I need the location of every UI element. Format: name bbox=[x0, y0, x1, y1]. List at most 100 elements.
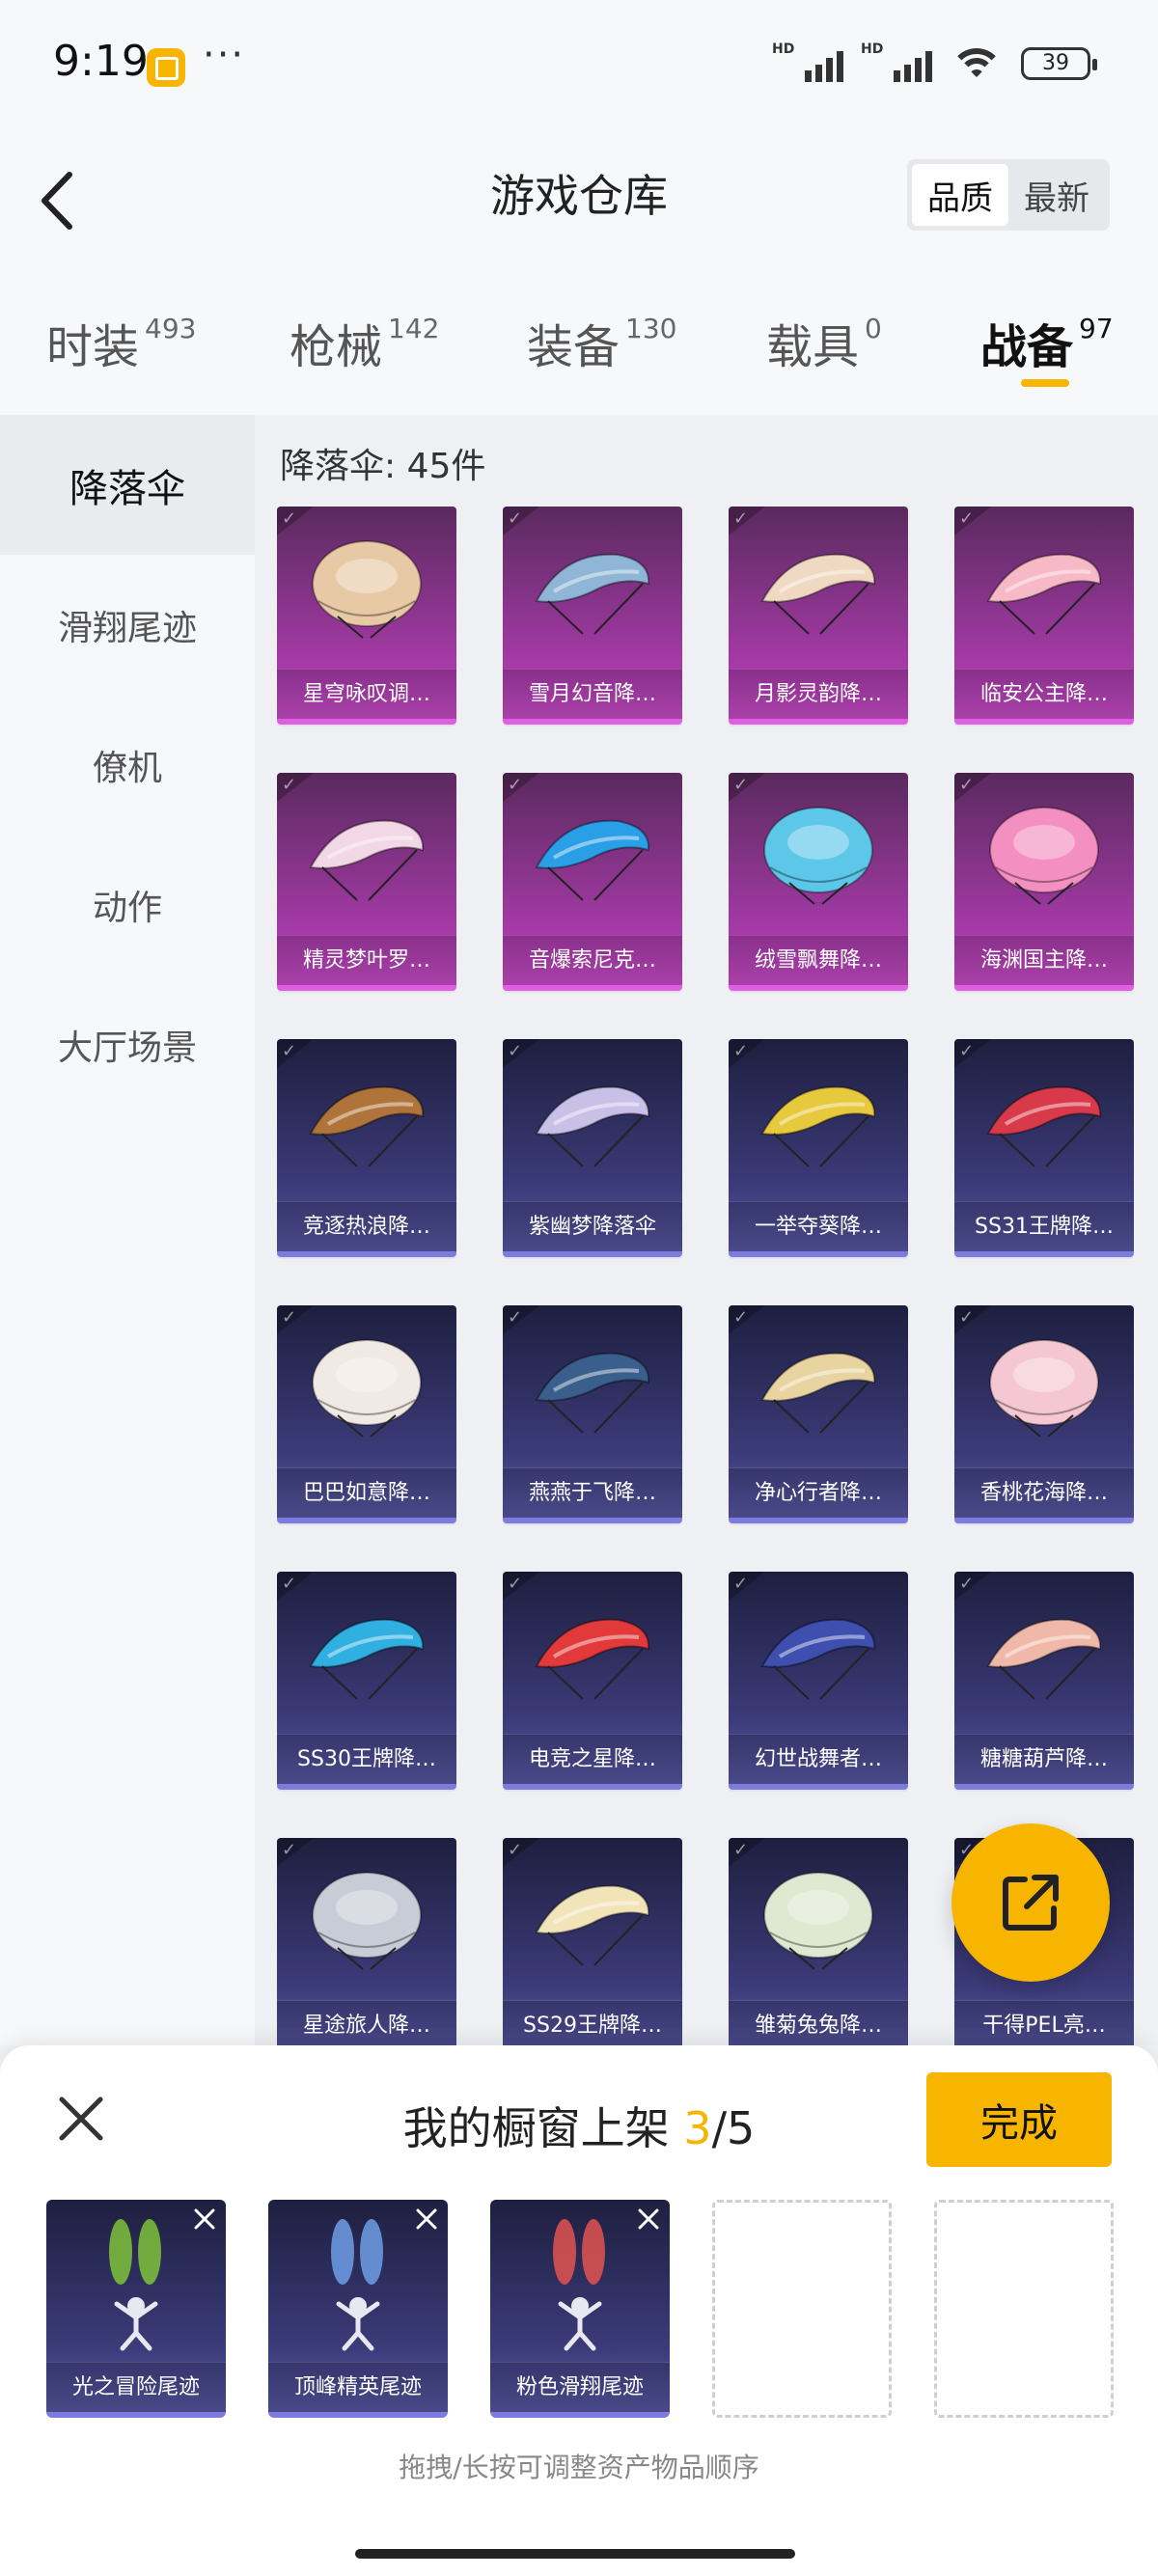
showcase-sheet: 我的橱窗上架 3/5 完成 光之冒险尾迹 顶峰精英尾迹 粉色滑翔尾迹 拖拽/长按可调… bbox=[0, 2045, 1158, 2576]
item-card[interactable]: ✓ 音爆索尼克… bbox=[503, 773, 682, 991]
item-card[interactable]: ✓ 临安公主降… bbox=[954, 507, 1134, 725]
sidebar-item-parachute[interactable]: 降落伞 bbox=[0, 415, 255, 555]
item-card[interactable]: ✓ 绒雪飘舞降… bbox=[729, 773, 908, 991]
tab-fashion[interactable]: 时装 493 bbox=[46, 309, 196, 376]
item-name: 净心行者降… bbox=[729, 1467, 908, 1518]
sidebar: 降落伞 滑翔尾迹 僚机 动作 大厅场景 bbox=[0, 415, 255, 2045]
item-card[interactable]: ✓ 燕燕于飞降… bbox=[503, 1305, 682, 1523]
item-card[interactable]: ✓ 竞逐热浪降… bbox=[277, 1039, 456, 1257]
showcase-slot[interactable]: 粉色滑翔尾迹 bbox=[490, 2200, 670, 2418]
item-card[interactable]: ✓ 月影灵韵降… bbox=[729, 507, 908, 725]
checkmark-icon: ✓ bbox=[508, 1307, 523, 1328]
checkmark-icon: ✓ bbox=[959, 775, 975, 795]
parachute-icon bbox=[535, 1085, 650, 1167]
item-card[interactable]: ✓ SS29王牌降… bbox=[503, 1838, 682, 2045]
empty-showcase-slot[interactable] bbox=[934, 2200, 1114, 2418]
slot-item-name: 顶峰精英尾迹 bbox=[268, 2362, 448, 2412]
item-card[interactable]: ✓ SS31王牌降… bbox=[954, 1039, 1134, 1257]
trail-icon bbox=[553, 2219, 605, 2351]
tab-supplies[interactable]: 战备 97 bbox=[980, 309, 1114, 376]
parachute-icon bbox=[535, 1884, 650, 1966]
checkmark-icon: ✓ bbox=[733, 1840, 749, 1860]
item-name: 星穹咏叹调… bbox=[277, 669, 456, 719]
parachute-icon bbox=[312, 1339, 422, 1438]
item-grid: ✓ 星穹咏叹调… ✓ 雪月幻音降… ✓ 月影灵韵降… ✓ 临安公主降… ✓ 精灵梦叶罗… ✓ 音爆索尼… bbox=[277, 507, 1134, 2045]
item-name: 竞逐热浪降… bbox=[277, 1201, 456, 1251]
item-name: 电竞之星降… bbox=[503, 1734, 682, 1784]
showcase-slot[interactable]: 顶峰精英尾迹 bbox=[268, 2200, 448, 2418]
sort-latest-button[interactable]: 最新 bbox=[1008, 164, 1105, 226]
sidebar-item-emote[interactable]: 动作 bbox=[0, 835, 255, 974]
done-button[interactable]: 完成 bbox=[926, 2072, 1112, 2167]
sort-toggle: 品质 最新 bbox=[907, 159, 1110, 231]
cell-signal-1-icon: HD bbox=[772, 41, 843, 82]
slot-item-name: 粉色滑翔尾迹 bbox=[490, 2362, 670, 2412]
checkmark-icon: ✓ bbox=[508, 775, 523, 795]
sidebar-item-lobby-scene[interactable]: 大厅场景 bbox=[0, 974, 255, 1114]
tab-equipment[interactable]: 装备 130 bbox=[527, 309, 676, 376]
parachute-icon bbox=[760, 1352, 876, 1434]
checkmark-icon: ✓ bbox=[508, 508, 523, 529]
item-card[interactable]: ✓ 糖糖葫芦降… bbox=[954, 1572, 1134, 1790]
sidebar-item-glide-trail[interactable]: 滑翔尾迹 bbox=[0, 555, 255, 695]
remove-icon[interactable] bbox=[413, 2206, 440, 2233]
remove-icon[interactable] bbox=[635, 2206, 662, 2233]
item-name: 一举夺葵降… bbox=[729, 1201, 908, 1251]
reorder-hint: 拖拽/长按可调整资产物品顺序 bbox=[399, 2452, 759, 2483]
item-panel: 降落伞: 45件 ✓ 星穹咏叹调… ✓ 雪月幻音降… ✓ 月影灵韵降… ✓ 临安公主降… ✓ 精灵… bbox=[255, 415, 1158, 2045]
sort-quality-button[interactable]: 品质 bbox=[912, 164, 1008, 226]
checkmark-icon: ✓ bbox=[282, 775, 297, 795]
checkmark-icon: ✓ bbox=[282, 1574, 297, 1594]
item-card[interactable]: ✓ 电竞之星降… bbox=[503, 1572, 682, 1790]
showcase-slots: 光之冒险尾迹 顶峰精英尾迹 粉色滑翔尾迹 bbox=[46, 2200, 1114, 2418]
checkmark-icon: ✓ bbox=[282, 1307, 297, 1328]
trail-icon bbox=[109, 2219, 161, 2351]
notes-app-icon bbox=[147, 48, 185, 87]
parachute-icon bbox=[763, 807, 873, 905]
checkmark-icon: ✓ bbox=[508, 1574, 523, 1594]
parachute-icon bbox=[989, 807, 1099, 905]
item-name: 绒雪飘舞降… bbox=[729, 935, 908, 985]
item-card[interactable]: ✓ 紫幽梦降落伞 bbox=[503, 1039, 682, 1257]
item-card[interactable]: ✓ 香桃花海降… bbox=[954, 1305, 1134, 1523]
item-card[interactable]: ✓ 星途旅人降… bbox=[277, 1838, 456, 2045]
parachute-icon bbox=[535, 1618, 650, 1700]
header: 游戏仓库 品质 最新 bbox=[0, 140, 1158, 285]
item-card[interactable]: ✓ SS30王牌降… bbox=[277, 1572, 456, 1790]
sidebar-item-wingman[interactable]: 僚机 bbox=[0, 695, 255, 835]
trail-icon bbox=[331, 2219, 383, 2351]
slot-item-name: 光之冒险尾迹 bbox=[46, 2362, 226, 2412]
item-name: 干得PEL亮… bbox=[954, 2000, 1134, 2045]
item-count-label: 降落伞: 45件 bbox=[280, 447, 486, 486]
status-bar: 9:19 ··· HD HD 39 bbox=[0, 0, 1158, 140]
tab-guns[interactable]: 枪械 142 bbox=[290, 309, 439, 376]
checkmark-icon: ✓ bbox=[959, 508, 975, 529]
item-name: 糖糖葫芦降… bbox=[954, 1734, 1134, 1784]
remove-icon[interactable] bbox=[191, 2206, 218, 2233]
item-card[interactable]: ✓ 净心行者降… bbox=[729, 1305, 908, 1523]
item-card[interactable]: ✓ 一举夺葵降… bbox=[729, 1039, 908, 1257]
item-card[interactable]: ✓ 海渊国主降… bbox=[954, 773, 1134, 991]
checkmark-icon: ✓ bbox=[959, 1307, 975, 1328]
parachute-icon bbox=[986, 553, 1102, 635]
more-notifications-icon: ··· bbox=[203, 33, 246, 77]
checkmark-icon: ✓ bbox=[733, 508, 749, 529]
item-card[interactable]: ✓ 精灵梦叶罗… bbox=[277, 773, 456, 991]
share-external-icon bbox=[1003, 1875, 1059, 1931]
item-name: 紫幽梦降落伞 bbox=[503, 1201, 682, 1251]
parachute-icon bbox=[763, 1872, 873, 1970]
showcase-slot[interactable]: 光之冒险尾迹 bbox=[46, 2200, 226, 2418]
share-button[interactable] bbox=[951, 1823, 1110, 1982]
cell-signal-2-icon: HD bbox=[861, 41, 932, 82]
item-card[interactable]: ✓ 巴巴如意降… bbox=[277, 1305, 456, 1523]
home-indicator[interactable] bbox=[355, 2549, 795, 2559]
item-card[interactable]: ✓ 雪月幻音降… bbox=[503, 507, 682, 725]
checkmark-icon: ✓ bbox=[282, 1041, 297, 1061]
parachute-icon bbox=[309, 819, 425, 901]
checkmark-icon: ✓ bbox=[282, 1840, 297, 1860]
item-card[interactable]: ✓ 星穹咏叹调… bbox=[277, 507, 456, 725]
item-card[interactable]: ✓ 雏菊兔兔降… bbox=[729, 1838, 908, 2045]
item-card[interactable]: ✓ 幻世战舞者… bbox=[729, 1572, 908, 1790]
tab-vehicles[interactable]: 载具 0 bbox=[766, 309, 882, 376]
empty-showcase-slot[interactable] bbox=[712, 2200, 892, 2418]
